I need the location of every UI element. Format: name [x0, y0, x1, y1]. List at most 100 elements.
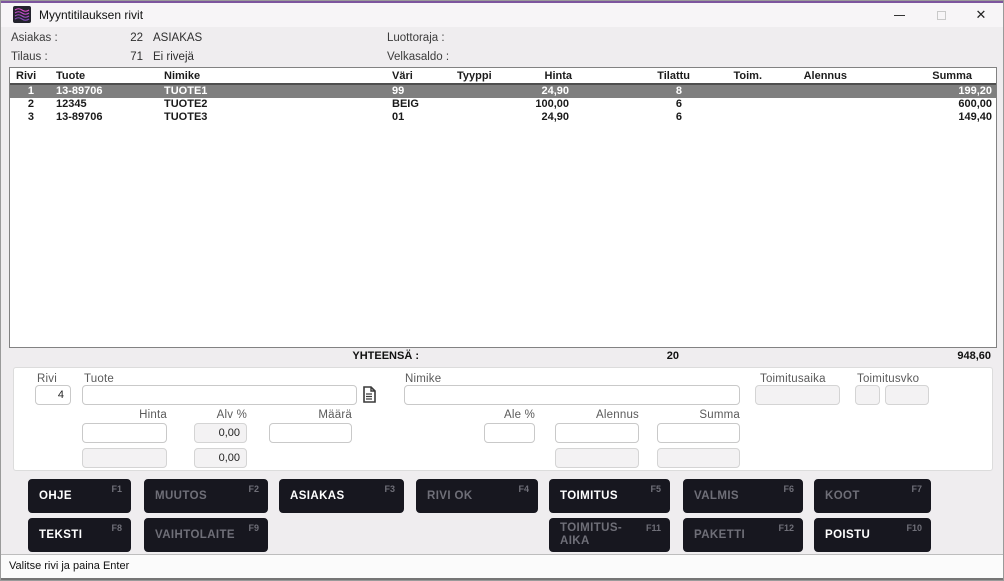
- cell-tilattu: 6: [572, 111, 690, 124]
- asiakas-button[interactable]: ASIAKASF3: [279, 479, 404, 513]
- cell-tilattu: 8: [572, 85, 690, 98]
- close-icon: ✕: [976, 7, 987, 23]
- cell-rivi: 1: [10, 85, 52, 98]
- rivi-input[interactable]: [35, 385, 71, 405]
- rivi-ok-button[interactable]: RIVI OKF4: [416, 479, 538, 513]
- col-header-vari[interactable]: Väri: [388, 70, 452, 82]
- title-bar: Myyntitilauksen rivit ✕: [1, 3, 1003, 27]
- ale-label: Ale %: [484, 409, 535, 421]
- summa-input[interactable]: [657, 423, 740, 443]
- toimitusaika-button[interactable]: TOIMITUS-AIKAF11: [549, 518, 670, 552]
- alennus-input-2[interactable]: [555, 448, 639, 468]
- cell-tyyppi: [452, 111, 514, 124]
- table-row[interactable]: 2 12345 TUOTE2 BEIG 100,00 6 600,00: [10, 98, 996, 111]
- rivi-label: Rivi: [37, 373, 57, 385]
- col-header-hinta[interactable]: Hinta: [514, 70, 572, 82]
- col-header-rivi[interactable]: Rivi: [10, 70, 52, 82]
- tilaus-status: Ei rivejä: [153, 51, 194, 63]
- window-title: Myyntitilauksen rivit: [39, 8, 143, 22]
- app-window: Myyntitilauksen rivit ✕ Asiakas : 22 ASI…: [0, 0, 1004, 581]
- cell-summa: 600,00: [850, 98, 996, 111]
- cell-vari: 99: [388, 85, 452, 98]
- ohje-button[interactable]: OHJEF1: [28, 479, 131, 513]
- col-header-alennus[interactable]: Alennus: [764, 70, 850, 82]
- cell-nimike: TUOTE1: [160, 85, 388, 98]
- cell-tuote: 13-89706: [52, 85, 160, 98]
- col-header-summa[interactable]: Summa: [850, 70, 996, 82]
- cell-alennus: [764, 111, 850, 124]
- summa-input-2[interactable]: [657, 448, 740, 468]
- col-header-tilattu[interactable]: Tilattu: [572, 70, 690, 82]
- minimize-icon: [894, 15, 905, 16]
- alennus-input[interactable]: [555, 423, 639, 443]
- toimitusvko-input-2[interactable]: [885, 385, 929, 405]
- cell-alennus: [764, 85, 850, 98]
- col-header-nimike[interactable]: Nimike: [160, 70, 388, 82]
- cell-hinta: 24,90: [514, 111, 572, 124]
- asiakas-label: Asiakas :: [11, 32, 58, 44]
- cell-rivi: 2: [10, 98, 52, 111]
- maara-label: Määrä: [269, 409, 352, 421]
- totals-bar: YHTEENSÄ : 20 948,60: [9, 349, 997, 365]
- cell-toim: [690, 98, 764, 111]
- toimitusaika-input[interactable]: [755, 385, 840, 405]
- col-header-tyyppi[interactable]: Tyyppi: [452, 70, 514, 82]
- cell-hinta: 100,00: [514, 98, 572, 111]
- document-icon[interactable]: [362, 386, 376, 408]
- toimitusvko-label: Toimitusvko: [857, 373, 919, 385]
- koot-button[interactable]: KOOTF7: [814, 479, 931, 513]
- luottoraja-label: Luottoraja :: [387, 32, 445, 44]
- nimike-label: Nimike: [405, 373, 441, 385]
- totals-tilattu: 20: [569, 350, 679, 362]
- cell-rivi: 3: [10, 111, 52, 124]
- app-logo-icon: [13, 6, 31, 23]
- totals-summa: 948,60: [851, 350, 991, 362]
- maximize-icon: [937, 11, 946, 20]
- alennus-label: Alennus: [555, 409, 639, 421]
- paketti-button[interactable]: PAKETTIF12: [683, 518, 803, 552]
- tuote-input[interactable]: [82, 385, 357, 405]
- cell-tyyppi: [452, 98, 514, 111]
- hinta-label: Hinta: [82, 409, 167, 421]
- minimize-button[interactable]: [879, 3, 919, 27]
- maara-input[interactable]: [269, 423, 352, 443]
- ale-input[interactable]: [484, 423, 535, 443]
- status-bar: Valitse rivi ja paina Enter: [1, 554, 1003, 578]
- cell-vari: BEIG: [388, 98, 452, 111]
- cell-tyyppi: [452, 85, 514, 98]
- toimitus-button[interactable]: TOIMITUSF5: [549, 479, 670, 513]
- cell-summa: 149,40: [850, 111, 996, 124]
- hinta-input[interactable]: [82, 423, 167, 443]
- maximize-button[interactable]: [921, 3, 961, 27]
- totals-label: YHTEENSÄ :: [239, 350, 419, 362]
- vaihtolaite-button[interactable]: VAIHTOLAITEF9: [144, 518, 268, 552]
- cell-summa: 199,20: [850, 85, 996, 98]
- teksti-button[interactable]: TEKSTIF8: [28, 518, 131, 552]
- cell-tuote: 13-89706: [52, 111, 160, 124]
- nimike-input[interactable]: [404, 385, 740, 405]
- tilaus-label: Tilaus :: [11, 51, 48, 63]
- velkasaldo-label: Velkasaldo :: [387, 51, 449, 63]
- order-rows-table: Rivi Tuote Nimike Väri Tyyppi Hinta Tila…: [9, 67, 997, 348]
- col-header-tuote[interactable]: Tuote: [52, 70, 160, 82]
- poistu-button[interactable]: POISTUF10: [814, 518, 931, 552]
- toimitusvko-input-1[interactable]: [855, 385, 880, 405]
- hinta-input-2[interactable]: [82, 448, 167, 468]
- alv-input-2[interactable]: [194, 448, 247, 468]
- cell-tuote: 12345: [52, 98, 160, 111]
- table-row[interactable]: 3 13-89706 TUOTE3 01 24,90 6 149,40: [10, 111, 996, 124]
- muutos-button[interactable]: MUUTOSF2: [144, 479, 268, 513]
- valmis-button[interactable]: VALMISF6: [683, 479, 803, 513]
- alv-input[interactable]: [194, 423, 247, 443]
- table-row[interactable]: 1 13-89706 TUOTE1 99 24,90 8 199,20: [10, 85, 996, 98]
- cell-nimike: TUOTE3: [160, 111, 388, 124]
- tuote-label: Tuote: [84, 373, 114, 385]
- close-button[interactable]: ✕: [959, 3, 1003, 27]
- table-header-row: Rivi Tuote Nimike Väri Tyyppi Hinta Tila…: [10, 68, 996, 85]
- toimitusaika-label: Toimitusaika: [760, 373, 826, 385]
- cell-toim: [690, 85, 764, 98]
- col-header-toim[interactable]: Toim.: [690, 70, 764, 82]
- alv-label: Alv %: [194, 409, 247, 421]
- cell-alennus: [764, 98, 850, 111]
- tilaus-value: 71: [109, 51, 143, 63]
